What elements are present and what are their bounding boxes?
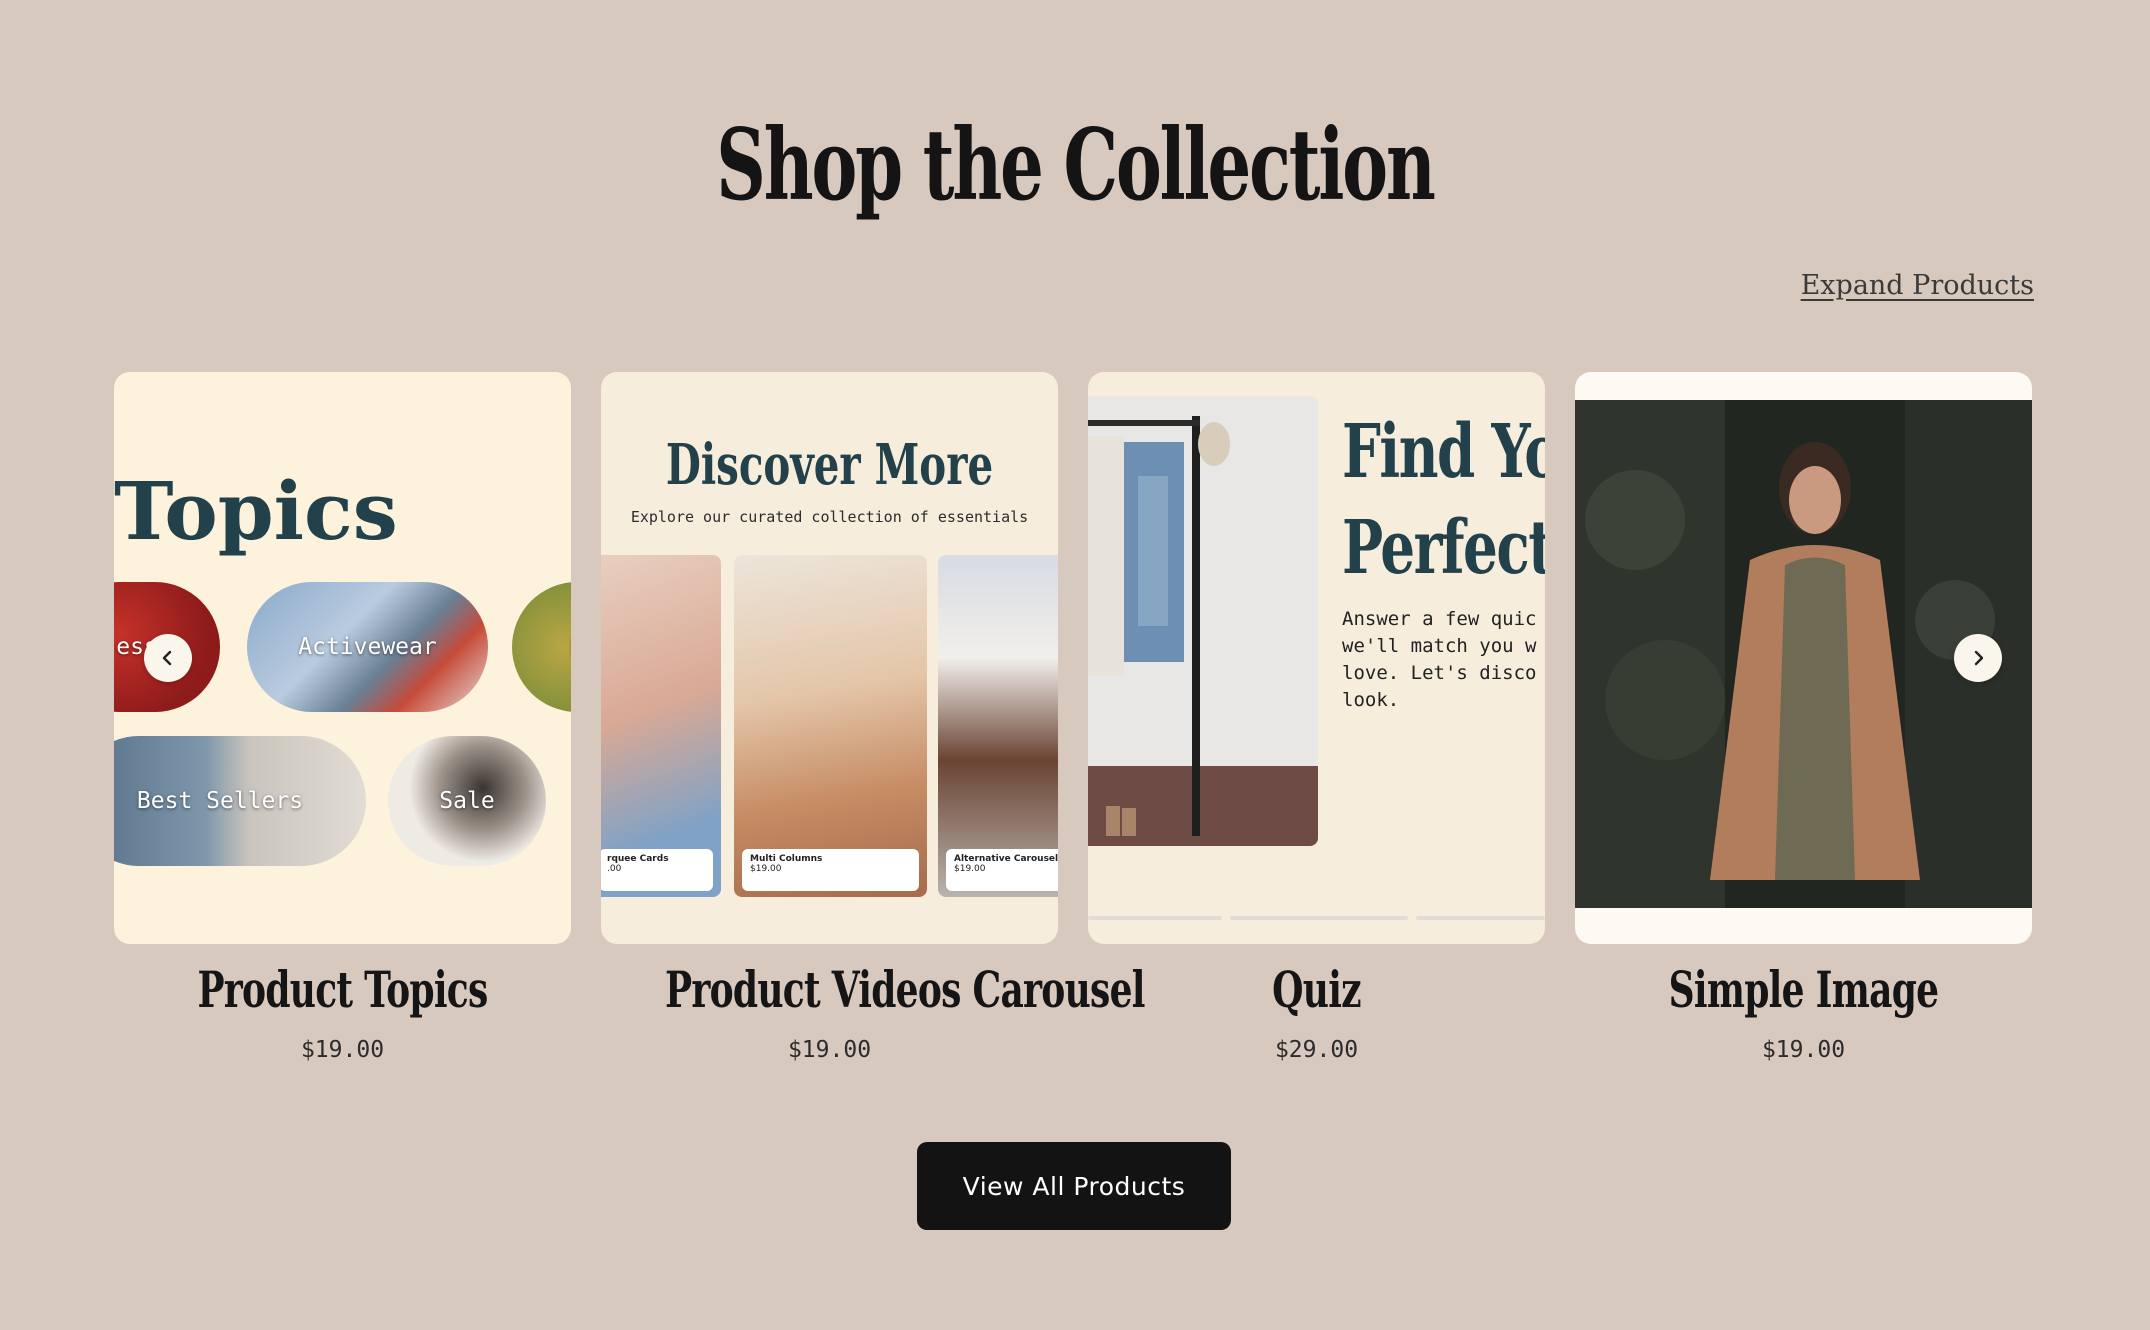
quiz-preview[interactable]: Find You Perfect S Answer a few quic we'… [1088, 372, 1545, 944]
product-grid: r Topics ess Activewear B Best Sellers S… [114, 372, 2034, 1063]
carousel-prev-button[interactable] [144, 634, 192, 682]
product-topics-preview[interactable]: r Topics ess Activewear B Best Sellers S… [114, 372, 571, 944]
product-videos-preview[interactable]: Discover More Explore our curated collec… [601, 372, 1058, 944]
product-card[interactable]: Find You Perfect S Answer a few quic we'… [1088, 372, 1545, 1063]
video-slide[interactable]: Alternative Carousel $19.00 [938, 555, 1058, 897]
product-title[interactable]: Quiz [1152, 960, 1481, 1019]
video-product-tag[interactable]: Alternative Carousel $19.00 [946, 849, 1058, 891]
product-price: $19.00 [300, 1037, 385, 1063]
quiz-description: Answer a few quic we'll match you w love… [1342, 608, 1537, 711]
video-slide[interactable]: rquee Cards .00 [601, 555, 721, 897]
product-title[interactable]: Product Videos Carousel [665, 960, 1145, 1019]
chevron-left-icon [162, 650, 172, 666]
video-product-tag[interactable]: Multi Columns $19.00 [742, 849, 919, 891]
topic-pill-activewear[interactable]: Activewear [247, 582, 488, 712]
product-title[interactable]: Simple Image [1639, 960, 1968, 1019]
pill-label: Sale [439, 788, 495, 814]
expand-products-link[interactable]: Expand Products [1801, 270, 2034, 301]
topic-pill-sale[interactable]: Sale [388, 736, 546, 866]
tag-name: Alternative Carousel [954, 854, 1058, 864]
product-title[interactable]: Product Topics [178, 960, 507, 1019]
product-price: $19.00 [1761, 1037, 1846, 1063]
topic-pill-b[interactable]: B [512, 582, 571, 712]
pill-label: B [570, 634, 571, 660]
preview-heading: r Topics [114, 464, 398, 558]
tag-price: $19.00 [750, 864, 782, 874]
preview-heading: Discover More [665, 432, 994, 498]
tag-price: .00 [607, 864, 622, 874]
product-price: $19.00 [787, 1037, 872, 1063]
pill-label: Best Sellers [136, 788, 304, 814]
product-price: $29.00 [1274, 1037, 1359, 1063]
product-card[interactable]: Discover More Explore our curated collec… [601, 372, 1145, 1063]
preview-subheading: Explore our curated collection of essent… [630, 508, 1029, 526]
tag-name: rquee Cards [607, 854, 669, 864]
video-slide[interactable]: Multi Columns $19.00 [734, 555, 927, 897]
pill-label: Activewear [298, 634, 437, 660]
section-title: Shop the Collection [716, 108, 1436, 223]
clothing-rack-image [1088, 396, 1318, 846]
tag-price: $19.00 [954, 864, 986, 874]
video-product-tag[interactable]: rquee Cards .00 [601, 849, 713, 891]
topic-pill-best-sellers[interactable]: Best Sellers [114, 736, 366, 866]
clothing-rack-illustration [1088, 396, 1318, 846]
simple-image-preview[interactable] [1575, 372, 2032, 944]
chevron-right-icon [1974, 650, 1984, 666]
product-card[interactable]: Simple Image $19.00 [1575, 372, 2032, 1063]
tag-name: Multi Columns [750, 854, 823, 864]
quiz-progress [1088, 916, 1545, 920]
quiz-heading: Find You Perfect S [1342, 409, 1545, 591]
view-all-products-button[interactable]: View All Products [917, 1142, 1231, 1230]
product-card[interactable]: r Topics ess Activewear B Best Sellers S… [114, 372, 571, 1063]
carousel-next-button[interactable] [1954, 634, 2002, 682]
